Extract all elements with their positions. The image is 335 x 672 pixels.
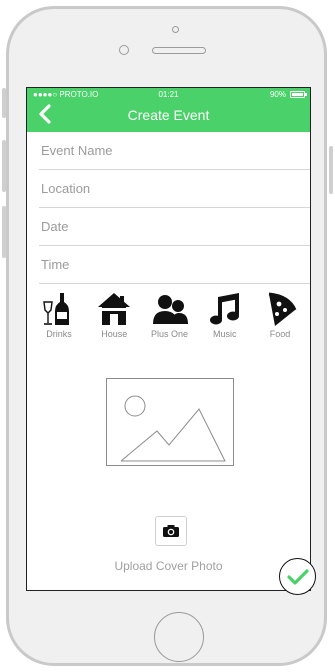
category-label: Drinks [46,329,72,339]
front-camera [119,45,129,55]
image-placeholder-icon [120,395,226,462]
category-house[interactable]: House [90,290,138,348]
volume-down-button [2,206,6,258]
category-food[interactable]: Food [256,290,304,348]
location-input[interactable] [39,180,310,197]
camera-icon [163,525,179,537]
date-row [39,208,310,246]
drinks-icon [43,293,69,325]
music-note-icon [209,293,239,325]
confirm-button[interactable] [279,558,316,595]
category-drinks[interactable]: Drinks [35,290,83,348]
house-icon [98,293,131,325]
category-music[interactable]: Music [201,290,249,348]
category-label: Music [212,329,237,339]
cover-image-placeholder [106,378,234,466]
home-button[interactable] [154,612,204,662]
status-time: 01:21 [158,90,179,99]
earpiece-speaker [152,47,206,54]
volume-up-button [2,140,6,192]
event-name-row [39,132,310,170]
app-screen: ●●●●○ PROTO.IO 01:21 90% Create Event Ev… [26,87,311,591]
mute-switch [2,88,6,118]
location-row [39,170,310,208]
category-label: Plus One [150,329,189,339]
time-row [39,246,310,284]
date-input[interactable] [39,218,310,235]
battery-percent: 90% [269,90,286,99]
upload-cover-label: Upload Cover Photo [114,559,223,573]
event-name-input[interactable] [39,142,310,159]
sensor-dot [172,26,179,33]
checkmark-icon [286,568,309,585]
category-plus-one[interactable]: Plus One [146,290,194,348]
page-title: Create Event [127,107,210,123]
category-label: Food [269,329,291,339]
category-label: House [101,329,128,339]
category-list: Drinks House Plus One Music Food [27,284,310,348]
pizza-icon [268,292,297,326]
app-header: ●●●●○ PROTO.IO 01:21 90% Create Event [27,88,310,132]
power-button [329,146,333,194]
status-bar: ●●●●○ PROTO.IO 01:21 90% [27,90,310,101]
battery-icon [290,91,307,98]
time-input[interactable] [39,256,310,273]
upload-photo-button[interactable] [155,516,187,546]
people-icon [152,295,188,324]
